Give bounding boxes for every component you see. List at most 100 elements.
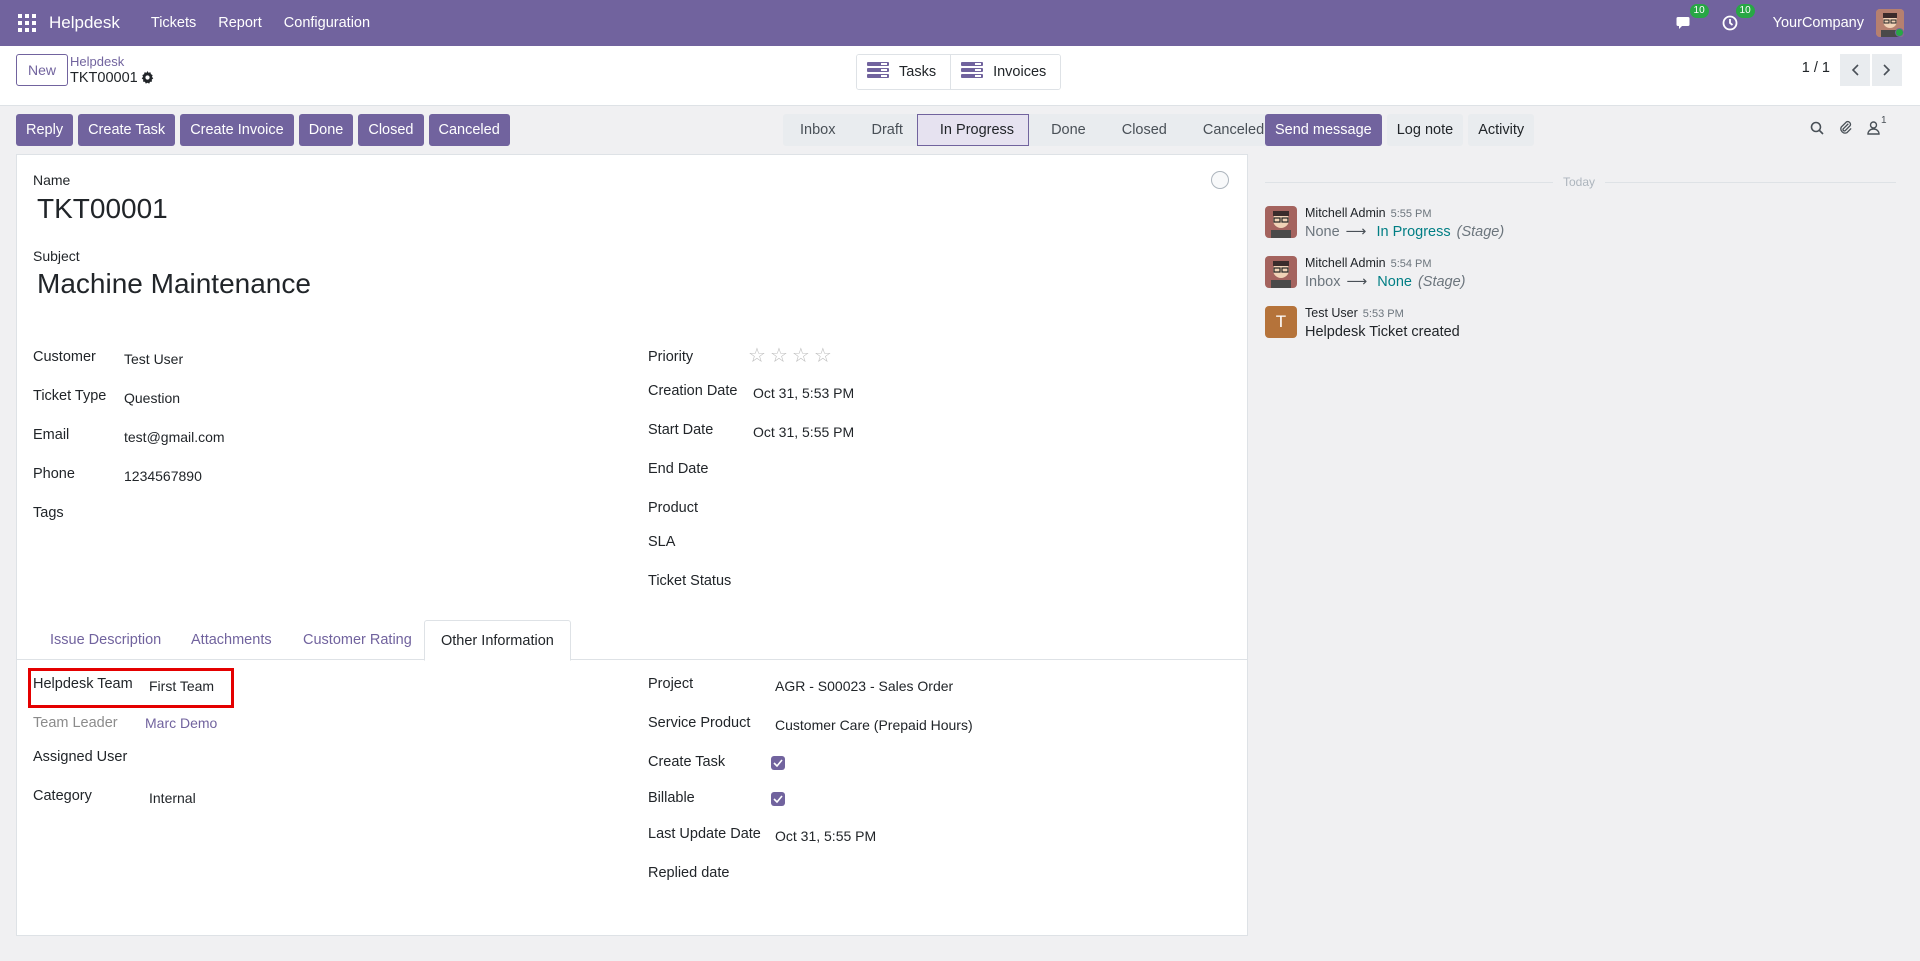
chatter-tools: 1 [1810, 115, 1887, 138]
menu-tickets[interactable]: Tickets [140, 15, 207, 31]
log-note-button[interactable]: Log note [1386, 114, 1464, 146]
product-label: Product [648, 500, 698, 516]
sla-field[interactable] [753, 534, 1053, 554]
canceled-button[interactable]: Canceled [428, 114, 510, 146]
author-name[interactable]: Mitchell Admin [1305, 206, 1386, 220]
name-field[interactable]: TKT00001 [37, 193, 168, 225]
tasks-smart-button[interactable]: Tasks [857, 55, 951, 89]
end-date-field[interactable] [753, 461, 1053, 481]
create-invoice-button[interactable]: Create Invoice [180, 114, 294, 146]
tab-issue-description[interactable]: Issue Description [34, 620, 177, 660]
email-field[interactable]: test@gmail.com [124, 429, 225, 445]
priority-stars[interactable]: ☆ ☆ ☆ ☆ [748, 343, 832, 368]
tab-other-information[interactable]: Other Information [424, 620, 571, 661]
team-leader-field[interactable]: Marc Demo [145, 715, 217, 731]
activities-clock-icon[interactable]: 10 [1719, 4, 1755, 34]
author-name[interactable]: Test User [1305, 306, 1358, 320]
category-field[interactable]: Internal [149, 790, 196, 806]
arrow-right-icon: ⟶ [1346, 274, 1368, 290]
customer-label: Customer [33, 349, 96, 365]
breadcrumb-helpdesk[interactable]: Helpdesk [70, 54, 124, 69]
reply-button[interactable]: Reply [16, 114, 74, 146]
form-sheet: Name TKT00001 Subject Machine Maintenanc… [16, 154, 1248, 936]
service-product-label: Service Product [648, 715, 751, 731]
arrow-right-icon: ⟶ [1345, 224, 1367, 240]
search-icon[interactable] [1810, 121, 1824, 138]
message-time: 5:55 PM [1390, 208, 1432, 220]
company-switcher[interactable]: YourCompany [1773, 15, 1864, 31]
helpdesk-team-field[interactable]: First Team [149, 678, 214, 694]
pager-next-button[interactable] [1872, 54, 1902, 86]
done-button[interactable]: Done [298, 114, 354, 146]
author-avatar[interactable] [1265, 256, 1297, 288]
project-label: Project [648, 676, 694, 692]
helpdesk-team-label: Helpdesk Team [33, 676, 133, 692]
stage-canceled[interactable]: Canceled [1180, 114, 1279, 146]
menu-report[interactable]: Report [207, 15, 273, 31]
replied-date-field[interactable] [775, 865, 1075, 885]
billable-checkbox[interactable] [771, 792, 785, 806]
star-icon[interactable]: ☆ [792, 343, 810, 368]
product-field[interactable] [753, 500, 1053, 520]
stage-inbox[interactable]: Inbox [783, 114, 850, 146]
author-avatar[interactable] [1265, 206, 1297, 238]
author-avatar[interactable]: T [1265, 306, 1297, 338]
pager-previous-button[interactable] [1840, 54, 1870, 86]
date-separator-label: Today [1563, 175, 1596, 189]
tab-customer-rating[interactable]: Customer Rating [287, 620, 428, 660]
app-menu-icon[interactable] [18, 14, 36, 32]
kanban-state-indicator[interactable] [1211, 171, 1229, 189]
send-message-button[interactable]: Send message [1265, 114, 1382, 146]
tasks-smart-label: Tasks [899, 64, 937, 80]
author-name[interactable]: Mitchell Admin [1305, 256, 1386, 270]
chevron-right-icon [1883, 64, 1891, 76]
customer-field[interactable]: Test User [124, 351, 183, 367]
create-task-button[interactable]: Create Task [78, 114, 176, 146]
stage-in-progress[interactable]: In Progress [916, 114, 1030, 146]
ticket-status-field[interactable] [753, 573, 1053, 593]
phone-field[interactable]: 1234567890 [124, 468, 202, 484]
stage-closed[interactable]: Closed [1099, 114, 1181, 146]
star-icon[interactable]: ☆ [814, 343, 832, 368]
category-label: Category [33, 788, 92, 804]
star-icon[interactable]: ☆ [748, 343, 766, 368]
pager-value[interactable]: 1 / 1 [1802, 60, 1830, 76]
tracked-field: (Stage) [1456, 224, 1505, 240]
activity-button[interactable]: Activity [1468, 114, 1535, 146]
messages-icon[interactable]: 10 [1673, 4, 1709, 34]
new-button[interactable]: New [16, 54, 69, 86]
stage-done[interactable]: Done [1029, 114, 1100, 146]
old-value: Inbox [1305, 274, 1341, 290]
assigned-user-field[interactable] [149, 749, 449, 769]
old-value: None [1305, 224, 1340, 240]
app-brand[interactable]: Helpdesk [49, 13, 120, 33]
creation-date-field: Oct 31, 5:53 PM [753, 385, 855, 401]
invoices-smart-button[interactable]: Invoices [950, 55, 1061, 89]
followers-icon[interactable]: 1 [1867, 115, 1887, 138]
closed-button[interactable]: Closed [358, 114, 424, 146]
stage-draft[interactable]: Draft [849, 114, 917, 146]
chevron-left-icon [1851, 64, 1859, 76]
tracked-field: (Stage) [1417, 274, 1466, 290]
tracking-change: Inbox ⟶ None (Stage) [1305, 274, 1466, 290]
message-time: 5:53 PM [1362, 308, 1404, 320]
ticket-type-field[interactable]: Question [124, 390, 180, 406]
paperclip-icon[interactable] [1838, 120, 1853, 138]
online-status-dot [1895, 28, 1904, 37]
tab-attachments[interactable]: Attachments [175, 620, 288, 660]
billable-label: Billable [648, 790, 695, 806]
tags-field[interactable] [124, 505, 424, 525]
subject-field[interactable]: Machine Maintenance [37, 268, 311, 300]
start-date-field[interactable]: Oct 31, 5:55 PM [753, 424, 854, 440]
followers-count: 1 [1881, 114, 1887, 126]
new-value: None [1377, 274, 1412, 290]
service-product-field[interactable]: Customer Care (Prepaid Hours) [775, 717, 973, 733]
create-task-checkbox[interactable] [771, 756, 785, 770]
project-field[interactable]: AGR - S00023 - Sales Order [775, 678, 953, 694]
menu-configuration[interactable]: Configuration [273, 15, 381, 31]
gear-icon[interactable] [141, 71, 154, 87]
main-menu: Tickets Report Configuration [140, 15, 381, 31]
tasks-icon [867, 62, 889, 82]
user-avatar[interactable] [1876, 9, 1904, 37]
star-icon[interactable]: ☆ [770, 343, 788, 368]
